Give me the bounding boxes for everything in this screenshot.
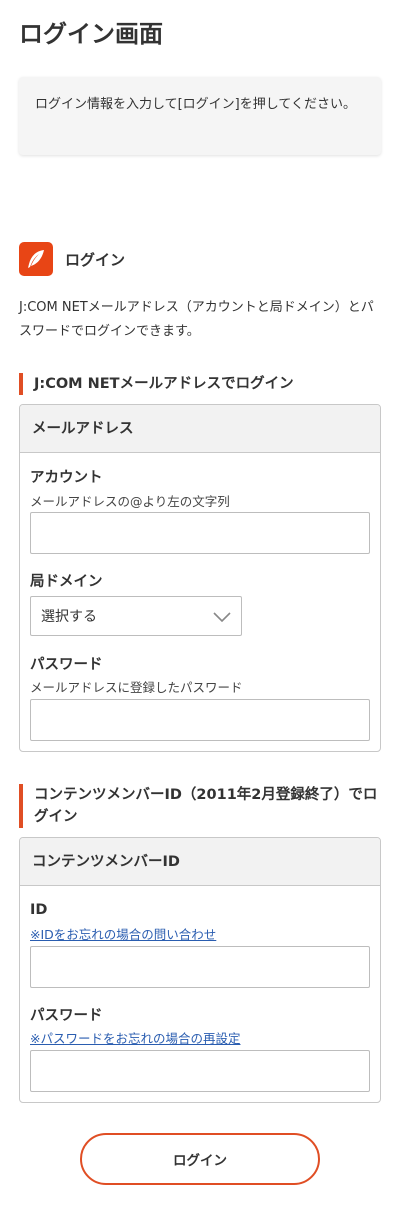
- notice-box: ログイン情報を入力して[ログイン]を押してください。: [19, 77, 381, 155]
- card-title-contents: コンテンツメンバーID: [20, 838, 380, 886]
- forgot-id-link[interactable]: ※IDをお忘れの場合の問い合わせ: [30, 924, 216, 943]
- intro-text: J:COM NETメールアドレス（アカウントと局ドメイン）とパスワードでログイン…: [19, 300, 374, 339]
- domain-select-value: 選択する: [41, 609, 97, 625]
- page-title: ログイン画面: [19, 20, 163, 48]
- section-heading-email: J:COM NETメールアドレスでログイン: [19, 373, 294, 395]
- brand-row: ログイン: [19, 242, 125, 276]
- brand-label: ログイン: [65, 250, 126, 269]
- domain-label: 局ドメイン: [30, 574, 103, 590]
- password-hint: メールアドレスに登録したパスワード: [30, 680, 243, 695]
- card-title-email: メールアドレス: [20, 405, 380, 453]
- email-login-card: メールアドレス アカウント メールアドレスの@より左の文字列 局ドメイン 選択す…: [19, 404, 381, 752]
- section-heading-contents: コンテンツメンバーID（2011年2月登録終了）でログイン: [19, 784, 381, 828]
- chevron-down-icon: [213, 607, 231, 626]
- feather-icon: [19, 242, 53, 276]
- id-label: ID: [30, 902, 48, 918]
- password-label: パスワード: [30, 657, 103, 673]
- contents-password-label: パスワード: [30, 1008, 103, 1024]
- id-input[interactable]: [30, 946, 370, 988]
- account-hint: メールアドレスの@より左の文字列: [30, 494, 230, 509]
- account-input[interactable]: [30, 512, 370, 554]
- login-button[interactable]: ログイン: [80, 1133, 320, 1185]
- account-label: アカウント: [30, 470, 103, 486]
- password-input[interactable]: [30, 699, 370, 741]
- contents-login-card: コンテンツメンバーID ID ※IDをお忘れの場合の問い合わせ パスワード ※パ…: [19, 837, 381, 1103]
- contents-password-input[interactable]: [30, 1050, 370, 1092]
- forgot-password-link[interactable]: ※パスワードをお忘れの場合の再設定: [30, 1028, 240, 1047]
- domain-select[interactable]: 選択する: [30, 596, 242, 636]
